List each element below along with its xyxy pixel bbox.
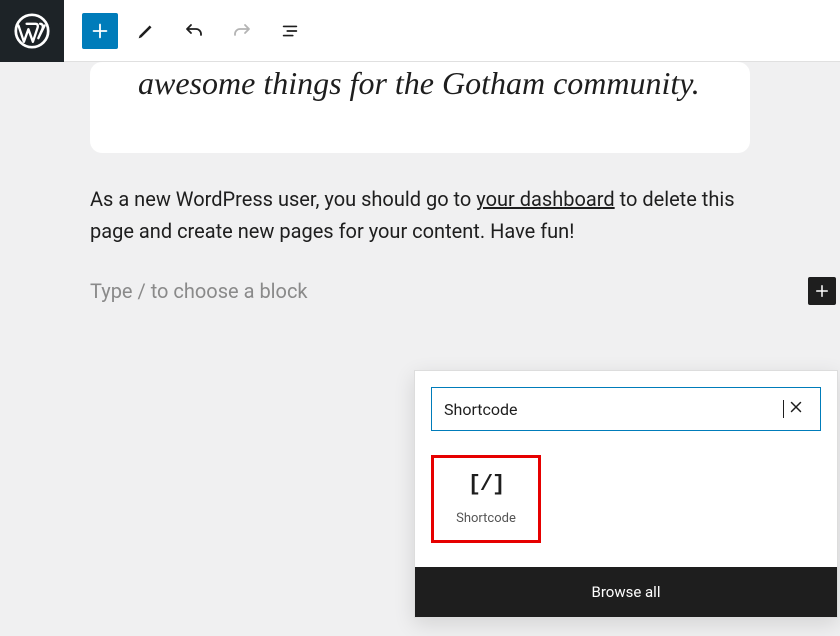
undo-icon xyxy=(182,19,206,43)
plus-icon xyxy=(89,20,111,42)
browse-all-button[interactable]: Browse all xyxy=(415,567,837,617)
quote-block[interactable]: awesome things for the Gotham community. xyxy=(90,62,750,153)
redo-icon xyxy=(230,19,254,43)
inserter-search-box xyxy=(431,387,821,431)
block-placeholder-text: Type / to choose a block xyxy=(90,279,308,303)
editor-canvas: awesome things for the Gotham community.… xyxy=(0,62,840,311)
block-result-label: Shortcode xyxy=(440,511,532,526)
block-inserter-popover: [/] Shortcode Browse all xyxy=(414,370,838,618)
dashboard-link[interactable]: your dashboard xyxy=(476,187,614,211)
paragraph-block[interactable]: As a new WordPress user, you should go t… xyxy=(90,183,750,247)
inserter-search-input[interactable] xyxy=(444,400,783,419)
list-icon xyxy=(279,20,301,42)
inserter-results: [/] Shortcode xyxy=(415,447,837,567)
inline-add-block-button[interactable] xyxy=(808,277,836,305)
close-icon xyxy=(787,398,805,416)
document-overview-button[interactable] xyxy=(270,11,310,51)
undo-button[interactable] xyxy=(174,11,214,51)
shortcode-icon: [/] xyxy=(440,472,532,497)
empty-block-appender[interactable]: Type / to choose a block xyxy=(90,271,750,311)
clear-search-button[interactable] xyxy=(784,397,808,421)
quote-text: awesome things for the Gotham community. xyxy=(138,62,702,105)
add-block-button[interactable] xyxy=(82,13,118,49)
block-result-shortcode[interactable]: [/] Shortcode xyxy=(431,455,541,543)
pencil-icon xyxy=(135,20,157,42)
plus-icon xyxy=(813,282,831,300)
editor-top-toolbar xyxy=(0,0,840,62)
wordpress-logo[interactable] xyxy=(0,0,64,62)
wordpress-logo-icon xyxy=(14,13,50,49)
paragraph-text-before: As a new WordPress user, you should go t… xyxy=(90,187,476,211)
inserter-search-wrap xyxy=(415,371,837,447)
edit-mode-button[interactable] xyxy=(126,11,166,51)
toolbar-group xyxy=(64,11,310,51)
redo-button xyxy=(222,11,262,51)
